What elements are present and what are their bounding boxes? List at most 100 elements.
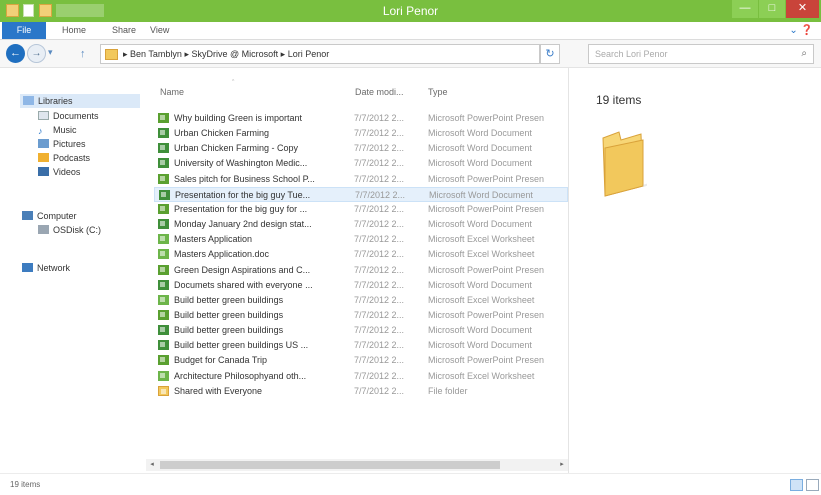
tab-share[interactable]: Share	[112, 25, 136, 35]
nav-item-computer[interactable]: Computer	[22, 211, 77, 221]
powerpoint-icon	[158, 113, 169, 123]
file-row[interactable]: Masters Application 7/7/2012 2... Microsof…	[154, 232, 568, 247]
forward-button[interactable]: →	[27, 44, 46, 63]
scrollbar-thumb[interactable]	[160, 461, 500, 469]
status-item-count: 19 items	[10, 480, 41, 489]
nav-item-videos[interactable]: Videos	[38, 167, 80, 177]
back-button[interactable]: ←	[6, 44, 25, 63]
search-input[interactable]: Search Lori Penor ⌕	[588, 44, 814, 64]
breadcrumb-item[interactable]: SkyDrive @ Microsoft	[191, 49, 278, 59]
documents-icon	[38, 111, 49, 120]
column-header-name[interactable]: Name	[160, 87, 184, 97]
file-row[interactable]: Masters Application.doc 7/7/2012 2... Micr…	[154, 247, 568, 262]
navigation-bar: ← → ▾ ↑ ▸ Ben Tamblyn ▸ SkyDrive @ Micro…	[0, 40, 821, 68]
scroll-left-icon[interactable]: ◂	[146, 459, 158, 471]
file-name: Build better green buildings	[174, 309, 284, 320]
excel-icon	[158, 234, 169, 245]
large-icons-view-icon[interactable]	[806, 479, 819, 491]
word-icon	[158, 128, 169, 139]
file-row[interactable]: Build better green buildings 7/7/2012 2..…	[154, 293, 568, 308]
nav-item-network[interactable]: Network	[22, 263, 70, 273]
file-row[interactable]: Budget for Canada Trip 7/7/2012 2... Micro…	[154, 353, 568, 368]
file-row[interactable]: Shared with Everyone 7/7/2012 2... File fo…	[154, 384, 568, 399]
up-arrow-icon[interactable]: ↑	[80, 48, 86, 60]
file-type: Microsoft PowerPoint Presen	[428, 264, 545, 275]
file-row[interactable]: Urban Chicken Farming 7/7/2012 2... Micros…	[154, 126, 568, 141]
file-date: 7/7/2012 2...	[354, 294, 405, 305]
breadcrumb-item[interactable]: Lori Penor	[288, 49, 330, 59]
breadcrumb-item[interactable]: Ben Tamblyn	[130, 49, 182, 59]
file-name: University of Washington Medic...	[174, 158, 308, 169]
file-name: Build better green buildings US ...	[174, 340, 309, 351]
nav-item-podcasts[interactable]: Podcasts	[38, 153, 90, 163]
file-row[interactable]: Presentation for the big guy for ... 7/7/…	[154, 202, 568, 217]
file-row[interactable]: Urban Chicken Farming - Copy 7/7/2012 2..…	[154, 141, 568, 156]
file-name: Budget for Canada Trip	[174, 355, 268, 366]
computer-icon	[22, 211, 33, 220]
file-name: Monday January 2nd design stat...	[174, 219, 312, 230]
file-date: 7/7/2012 2...	[354, 370, 405, 381]
close-button[interactable]: ✕	[786, 0, 819, 18]
details-view-icon[interactable]	[790, 479, 803, 491]
file-row[interactable]: Architecture Philosophyand oth... 7/7/201…	[154, 369, 568, 384]
file-name: Architecture Philosophyand oth...	[174, 370, 307, 381]
network-icon	[22, 263, 33, 272]
file-date: 7/7/2012 2...	[354, 203, 405, 214]
file-type: Microsoft Word Document	[428, 158, 532, 169]
pane-divider[interactable]	[568, 68, 569, 473]
file-row[interactable]: Build better green buildings 7/7/2012 2..…	[154, 308, 568, 323]
search-icon[interactable]: ⌕	[801, 48, 807, 59]
file-type: Microsoft Word Document	[428, 128, 532, 139]
column-header-type[interactable]: Type	[428, 87, 448, 97]
file-row[interactable]: Build better green buildings US ... 7/7/2…	[154, 338, 568, 353]
file-date: 7/7/2012 2...	[354, 309, 405, 320]
tab-file[interactable]: File	[2, 22, 46, 39]
file-row[interactable]: Build better green buildings 7/7/2012 2..…	[154, 323, 568, 338]
file-row[interactable]: Sales pitch for Business School P... 7/7/…	[154, 172, 568, 187]
file-row[interactable]: Presentation for the big guy Tue... 7/7/2…	[154, 186, 568, 202]
nav-item-documents[interactable]: Documents	[38, 111, 99, 121]
help-icon[interactable]: ⌄ ❓	[789, 25, 813, 36]
file-type: Microsoft Word Document	[428, 279, 532, 290]
file-type: Microsoft PowerPoint Presen	[428, 309, 545, 320]
scroll-right-icon[interactable]: ▸	[556, 459, 568, 471]
powerpoint-icon	[158, 173, 169, 184]
word-icon	[158, 325, 169, 336]
breadcrumb[interactable]: ▸ Ben Tamblyn ▸ SkyDrive @ Microsoft ▸ L…	[123, 49, 329, 60]
tab-home[interactable]: Home	[62, 25, 86, 35]
file-type: Microsoft Excel Worksheet	[428, 249, 535, 260]
ribbon-tabs: File Home Share View ⌄ ❓	[0, 22, 821, 40]
tab-view[interactable]: View	[150, 25, 169, 35]
horizontal-scrollbar[interactable]: ◂ ▸	[146, 459, 568, 471]
file-date: 7/7/2012 2...	[354, 264, 405, 275]
refresh-button[interactable]: ↻	[540, 44, 560, 64]
search-placeholder: Search Lori Penor	[595, 49, 668, 59]
excel-icon	[158, 370, 169, 381]
file-row[interactable]: Why building Green is important 7/7/2012 …	[154, 111, 568, 126]
navigation-pane: Libraries Documents ♪ Music Pictures Podc…	[0, 68, 145, 473]
maximize-button[interactable]: □	[759, 0, 785, 18]
title-bar: Lori Penor — □ ✕	[0, 0, 821, 22]
file-type: File folder	[428, 385, 468, 396]
file-date: 7/7/2012 2...	[354, 113, 405, 123]
file-date: 7/7/2012 2...	[354, 143, 405, 154]
word-icon	[159, 189, 170, 200]
up-button[interactable]: ▾	[48, 47, 60, 58]
powerpoint-icon	[158, 203, 169, 214]
address-bar[interactable]: ▸ Ben Tamblyn ▸ SkyDrive @ Microsoft ▸ L…	[100, 44, 618, 64]
nav-item-libraries[interactable]: Libraries	[20, 94, 140, 108]
file-date: 7/7/2012 2...	[354, 128, 405, 139]
file-row[interactable]: Monday January 2nd design stat... 7/7/201…	[154, 217, 568, 232]
file-date: 7/7/2012 2...	[354, 325, 405, 336]
nav-item-pictures[interactable]: Pictures	[38, 139, 86, 149]
file-type: Microsoft PowerPoint Presen	[428, 355, 545, 366]
nav-item-music[interactable]: ♪ Music	[38, 125, 77, 136]
file-row[interactable]: University of Washington Medic... 7/7/201…	[154, 156, 568, 171]
file-date: 7/7/2012 2...	[354, 158, 405, 169]
column-header-date[interactable]: Date modi...	[355, 87, 404, 97]
file-row[interactable]: Green Design Aspirations and C... 7/7/201…	[154, 263, 568, 278]
minimize-button[interactable]: —	[732, 0, 758, 18]
nav-item-osdisk[interactable]: OSDisk (C:)	[38, 225, 101, 235]
file-date: 7/7/2012 2...	[355, 189, 406, 200]
file-row[interactable]: Documets shared with everyone ... 7/7/201…	[154, 278, 568, 293]
